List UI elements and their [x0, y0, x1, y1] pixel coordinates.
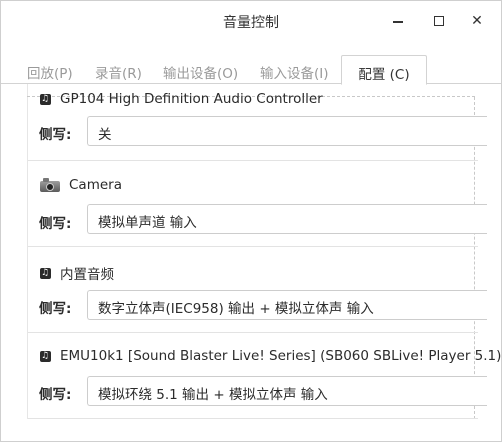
title-bar: 音量控制 ✕	[1, 1, 501, 41]
card-header: GP104 High Definition Audio Controller	[40, 91, 323, 107]
tab-input-devices[interactable]: 输入设备(I)	[260, 55, 329, 84]
profile-select[interactable]: 关	[87, 116, 487, 146]
volume-control-window: 音量控制 ✕ 回放(P) 录音(R) 输出设备(O) 输入设备(I) 配置 (C…	[0, 0, 502, 442]
tab-bar: 回放(P) 录音(R) 输出设备(O) 输入设备(I) 配置 (C)	[1, 55, 501, 85]
profile-select[interactable]: 模拟环绕 5.1 输出 + 模拟立体声 输入	[87, 376, 487, 406]
card-header: Camera	[40, 177, 122, 193]
profile-select[interactable]: 模拟单声道 输入	[87, 204, 487, 234]
window-title: 音量控制	[223, 15, 279, 31]
minimize-icon	[393, 21, 403, 23]
profile-select[interactable]: 数字立体声(IEC958) 输出 + 模拟立体声 输入	[87, 290, 487, 320]
card-name: 内置音频	[60, 267, 114, 283]
profile-label: 侧写:	[39, 387, 72, 403]
close-button[interactable]: ✕	[466, 10, 488, 32]
audio-card-icon	[40, 348, 51, 364]
tab-recording[interactable]: 录音(R)	[95, 55, 142, 84]
audio-card-icon	[40, 265, 51, 281]
card-name: GP104 High Definition Audio Controller	[60, 91, 323, 107]
profile-label: 侧写:	[39, 127, 72, 143]
profile-label: 侧写:	[39, 216, 72, 232]
card-camera: Camera 侧写: 模拟单声道 输入	[28, 161, 487, 247]
profile-label: 侧写:	[39, 301, 72, 317]
maximize-icon	[434, 16, 444, 26]
card-name: Camera	[69, 177, 122, 193]
close-icon: ✕	[471, 13, 483, 29]
audio-card-icon	[40, 91, 51, 107]
card-name: EMU10k1 [Sound Blaster Live! Series] (SB…	[60, 348, 502, 364]
card-internal-audio: 内置音频 侧写: 数字立体声(IEC958) 输出 + 模拟立体声 输入	[28, 247, 487, 333]
tab-configuration[interactable]: 配置 (C)	[341, 55, 427, 85]
minimize-button[interactable]	[387, 10, 409, 32]
tab-output-devices[interactable]: 输出设备(O)	[163, 55, 238, 84]
tab-playback[interactable]: 回放(P)	[27, 55, 73, 84]
card-gp104: GP104 High Definition Audio Controller 侧…	[28, 85, 487, 161]
camera-icon	[40, 178, 60, 192]
card-header: 内置音频	[40, 263, 114, 283]
maximize-button[interactable]	[428, 10, 450, 32]
card-emu10k1: EMU10k1 [Sound Blaster Live! Series] (SB…	[28, 333, 501, 419]
card-header: EMU10k1 [Sound Blaster Live! Series] (SB…	[40, 348, 501, 364]
